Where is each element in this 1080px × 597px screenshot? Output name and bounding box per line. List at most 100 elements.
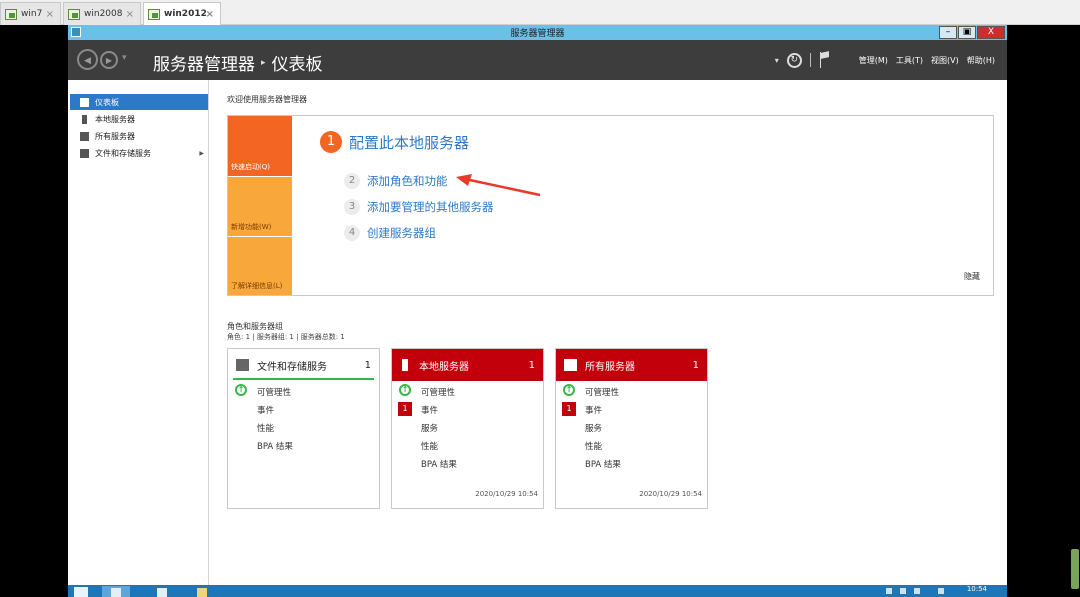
sidebar-item-dashboard[interactable]: 仪表板	[70, 94, 208, 110]
step-number: 3	[344, 199, 360, 215]
step-link[interactable]: 添加角色和功能	[367, 173, 448, 189]
forward-button[interactable]: ▶	[100, 51, 118, 69]
server-icon	[402, 359, 408, 371]
menu-manage[interactable]: 管理(M)	[859, 55, 888, 66]
tile-row-manageability[interactable]: 可管理性	[421, 386, 455, 398]
host-scroll-handle[interactable]	[1071, 549, 1079, 589]
menu-view[interactable]: 视图(V)	[931, 55, 959, 66]
tile-row-performance[interactable]: 性能	[585, 440, 602, 452]
vm-icon	[5, 8, 17, 20]
roles-title: 角色和服务器组	[227, 322, 283, 331]
host-tab-label: win2008	[84, 9, 123, 19]
breadcrumb-app[interactable]: 服务器管理器	[153, 50, 255, 75]
tile-title: 所有服务器	[585, 361, 635, 373]
servers-icon	[80, 131, 89, 141]
network-icon[interactable]	[900, 588, 906, 594]
refresh-icon[interactable]: ↻	[786, 52, 802, 68]
forward-icon: ▶	[105, 56, 113, 65]
tile-row-services[interactable]: 服务	[421, 422, 438, 434]
step-link[interactable]: 创建服务器组	[367, 225, 436, 241]
whats-new-tab[interactable]: 新增功能(W)	[228, 177, 292, 236]
tile-row-bpa[interactable]: BPA 结果	[257, 440, 293, 452]
tile-header[interactable]: 所有服务器 1	[556, 349, 707, 381]
ok-status-icon: ↑	[399, 384, 411, 396]
taskbar: 10:54	[68, 585, 1007, 597]
taskbar-powershell[interactable]	[148, 586, 176, 597]
close-tab-icon[interactable]: ×	[126, 9, 134, 20]
tile-timestamp: 2020/10/29 10:54	[639, 490, 702, 498]
close-tab-icon[interactable]: ×	[206, 9, 214, 20]
app-header: ◀ ▶ ▾ 服务器管理器 ▸ 仪表板 ▾ ↻ 管理(M) 工具(T) 视图(V)…	[68, 40, 1007, 80]
tile-header[interactable]: 本地服务器 1	[392, 349, 543, 381]
learn-more-tab[interactable]: 了解详细信息(L)	[228, 237, 292, 295]
tile-all-servers[interactable]: 所有服务器 1 ↑ 可管理性 1 事件 服务 性能 BPA 结果 2020/10…	[555, 348, 708, 509]
keyboard-icon[interactable]	[938, 588, 944, 594]
start-button[interactable]	[74, 587, 88, 597]
host-tab-win7[interactable]: win7 ×	[0, 2, 61, 25]
host-tab-win2008[interactable]: win2008 ×	[63, 2, 141, 25]
tile-timestamp: 2020/10/29 10:54	[475, 490, 538, 498]
sidebar-item-local-server[interactable]: 本地服务器	[70, 111, 208, 127]
quick-start-tab[interactable]: 快速启动(Q)	[228, 116, 292, 176]
sidebar-item-file-storage[interactable]: 文件和存储服务 ▶	[70, 145, 208, 161]
server-icon	[82, 114, 87, 124]
restore-button[interactable]: ▣	[958, 26, 976, 39]
tile-row-events[interactable]: 事件	[257, 404, 274, 416]
taskbar-server-manager[interactable]	[102, 586, 130, 597]
refresh-dropdown-icon[interactable]: ▾	[775, 56, 779, 65]
tile-row-services[interactable]: 服务	[585, 422, 602, 434]
header-menu: ▾ ↻ 管理(M) 工具(T) 视图(V) 帮助(H)	[775, 40, 995, 80]
step-number: 4	[344, 225, 360, 241]
menu-tools[interactable]: 工具(T)	[896, 55, 923, 66]
expand-arrow-icon[interactable]: ▶	[199, 150, 204, 157]
quick-start-tabs: 快速启动(Q) 新增功能(W) 了解详细信息(L)	[228, 116, 292, 295]
tile-row-bpa[interactable]: BPA 结果	[585, 458, 621, 470]
sidebar: 仪表板 本地服务器 所有服务器 文件和存储服务 ▶	[68, 80, 209, 585]
vm-icon	[148, 8, 160, 20]
step-add-roles[interactable]: 2 添加角色和功能	[344, 173, 448, 189]
divider	[809, 53, 811, 67]
tile-row-events[interactable]: 事件	[585, 404, 602, 416]
tray-icon[interactable]	[886, 588, 892, 594]
hide-link[interactable]: 隐藏	[964, 271, 980, 282]
menu-help[interactable]: 帮助(H)	[967, 55, 995, 66]
flag-icon[interactable]	[819, 52, 831, 68]
powershell-icon	[157, 588, 167, 597]
tile-title: 本地服务器	[419, 361, 469, 373]
tile-header[interactable]: 文件和存储服务 1	[228, 349, 379, 381]
host-tab-label: win7	[21, 9, 43, 19]
step-link[interactable]: 配置此本地服务器	[349, 132, 469, 153]
tile-count: 1	[528, 359, 535, 371]
minimize-button[interactable]: –	[939, 26, 957, 39]
tile-local-server[interactable]: 本地服务器 1 ↑ 可管理性 1 事件 服务 性能 BPA 结果 2020/10…	[391, 348, 544, 509]
breadcrumb-separator-icon: ▸	[261, 57, 266, 68]
close-button[interactable]: X	[977, 26, 1005, 39]
welcome-heading: 欢迎使用服务器管理器	[227, 95, 307, 104]
step-configure-local[interactable]: 1 配置此本地服务器	[320, 131, 469, 153]
tile-row-manageability[interactable]: 可管理性	[585, 386, 619, 398]
step-add-servers[interactable]: 3 添加要管理的其他服务器	[344, 199, 494, 215]
tile-row-events[interactable]: 事件	[421, 404, 438, 416]
folder-icon	[197, 588, 207, 597]
tile-row-manageability[interactable]: 可管理性	[257, 386, 291, 398]
step-create-group[interactable]: 4 创建服务器组	[344, 225, 436, 241]
volume-icon[interactable]	[914, 588, 920, 594]
tile-row-bpa[interactable]: BPA 结果	[421, 458, 457, 470]
step-link[interactable]: 添加要管理的其他服务器	[367, 199, 494, 215]
servers-icon	[564, 359, 577, 371]
sidebar-item-all-servers[interactable]: 所有服务器	[70, 128, 208, 144]
taskbar-explorer[interactable]	[188, 586, 216, 597]
storage-icon	[236, 359, 249, 371]
quick-start-panel: 快速启动(Q) 新增功能(W) 了解详细信息(L) 1 配置此本地服务器 2 添…	[227, 115, 994, 296]
clock[interactable]: 10:54	[967, 585, 987, 593]
server-manager-icon	[111, 588, 121, 597]
back-button[interactable]: ◀	[77, 49, 98, 70]
tile-file-storage[interactable]: 文件和存储服务 1 ↑ 可管理性 事件 性能 BPA 结果	[227, 348, 380, 509]
host-tab-win2012[interactable]: win2012 ×	[143, 2, 221, 25]
window-title-bar: 服务器管理器 – ▣ X	[68, 25, 1007, 40]
host-tab-label: win2012	[164, 9, 207, 19]
history-dropdown-icon[interactable]: ▾	[122, 53, 127, 63]
tile-row-performance[interactable]: 性能	[421, 440, 438, 452]
close-tab-icon[interactable]: ×	[46, 9, 54, 20]
tile-row-performance[interactable]: 性能	[257, 422, 274, 434]
